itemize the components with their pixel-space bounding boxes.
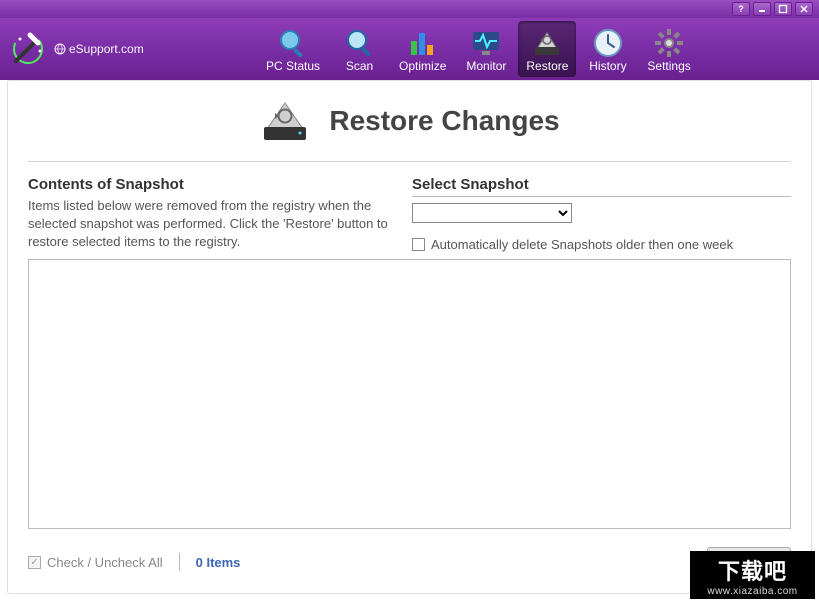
nav-history[interactable]: History [580, 21, 635, 77]
gear-icon [653, 27, 685, 59]
restore-large-icon [259, 99, 311, 143]
snapshot-items-list[interactable] [28, 259, 791, 529]
contents-description: Items listed below were removed from the… [28, 197, 388, 252]
footer: ✓ Check / Uncheck All 0 Items Print [28, 547, 791, 577]
maximize-button[interactable] [774, 2, 792, 16]
watermark: 下载吧 www.xiazaiba.com [690, 551, 815, 599]
nav-monitor[interactable]: Monitor [458, 21, 514, 77]
nav-label: Optimize [399, 59, 446, 73]
scan-magnifier-icon [344, 27, 376, 59]
app-subtitle: eSupport.com [54, 42, 144, 56]
divider [179, 553, 180, 571]
select-snapshot-heading: Select Snapshot [412, 176, 791, 197]
restore-drive-icon [531, 27, 563, 59]
auto-delete-checkbox[interactable] [412, 238, 425, 251]
nav-label: Restore [526, 59, 568, 73]
snapshot-dropdown[interactable] [412, 203, 572, 223]
wand-icon [8, 29, 48, 69]
check-all-label: Check / Uncheck All [47, 555, 163, 570]
nav-label: History [589, 59, 626, 73]
check-all-toggle[interactable]: ✓ Check / Uncheck All [28, 555, 163, 570]
check-all-checkbox[interactable]: ✓ [28, 556, 41, 569]
watermark-text: 下载吧 [718, 554, 787, 586]
nav-label: Settings [647, 59, 690, 73]
main-panel: Restore Changes Contents of Snapshot Ite… [7, 80, 812, 594]
main-nav: PC Status Scan Optimize Monitor Restore [258, 21, 699, 77]
close-button[interactable] [795, 2, 813, 16]
watermark-url: www.xiazaiba.com [707, 586, 797, 597]
nav-label: Scan [346, 59, 373, 73]
nav-label: Monitor [466, 59, 506, 73]
app-header: RegistryWizard® eSupport.com PC Status S… [0, 18, 819, 80]
nav-settings[interactable]: Settings [639, 21, 698, 77]
window-titlebar: ? [0, 0, 819, 18]
magnifier-icon [277, 27, 309, 59]
page-title: Restore Changes [329, 105, 559, 137]
app-logo: RegistryWizard® eSupport.com [8, 29, 233, 69]
nav-optimize[interactable]: Optimize [391, 21, 454, 77]
help-button[interactable]: ? [732, 2, 750, 16]
nav-label: PC Status [266, 59, 320, 73]
auto-delete-label: Automatically delete Snapshots older the… [431, 237, 733, 252]
nav-pc-status[interactable]: PC Status [258, 21, 328, 77]
nav-scan[interactable]: Scan [332, 21, 387, 77]
contents-heading: Contents of Snapshot [28, 176, 388, 193]
monitor-icon [470, 27, 502, 59]
globe-icon [54, 43, 66, 55]
item-count: 0 Items [196, 555, 241, 570]
page-header: Restore Changes [8, 81, 811, 155]
svg-text:?: ? [738, 4, 744, 14]
clock-icon [592, 27, 624, 59]
bars-icon [407, 27, 439, 59]
nav-restore[interactable]: Restore [518, 21, 576, 77]
minimize-button[interactable] [753, 2, 771, 16]
